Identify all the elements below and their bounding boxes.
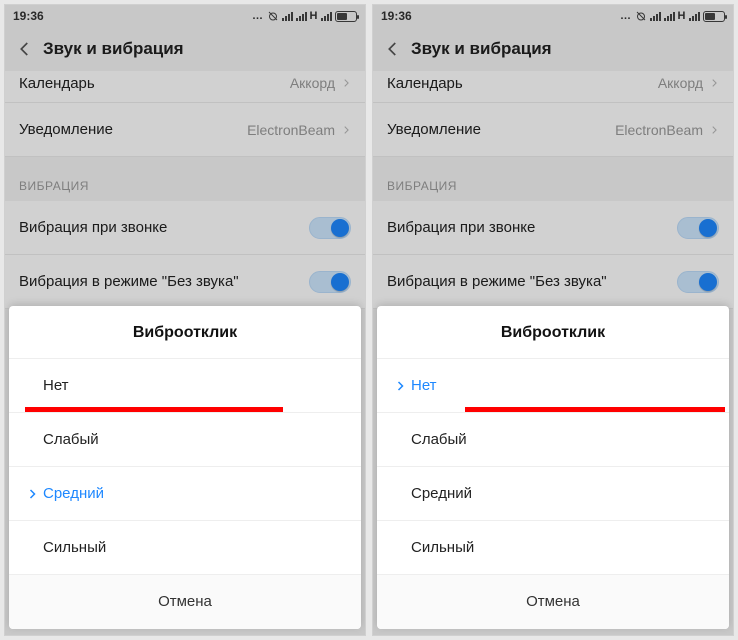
page-title: Звук и вибрация [411,39,552,59]
status-indicators: … H [620,10,725,22]
app-header: Звук и вибрация [5,27,365,71]
signal-icon [664,11,675,21]
section-header: ВИБРАЦИЯ [373,157,733,201]
popup-option[interactable]: Нет [9,359,361,413]
check-icon [389,379,411,393]
row-vibrate-silent[interactable]: Вибрация в режиме "Без звука" [373,255,733,309]
toggle-switch[interactable] [309,217,351,239]
row-label: Вибрация при звонке [19,219,167,236]
row-calendar[interactable]: Календарь Аккорд [373,71,733,103]
row-label: Календарь [387,75,463,92]
cancel-button[interactable]: Отмена [377,575,729,629]
popup-option[interactable]: Средний [377,467,729,521]
toggle-switch[interactable] [677,271,719,293]
chevron-right-icon [709,123,719,137]
settings-list: Календарь Аккорд Уведомление ElectronBea… [5,71,365,309]
back-button[interactable] [375,31,411,67]
row-label: Вибрация в режиме "Без звука" [19,273,239,290]
alarm-off-icon [635,10,647,22]
status-indicators: … H [252,10,357,22]
row-vibrate-call[interactable]: Вибрация при звонке [373,201,733,255]
row-calendar[interactable]: Календарь Аккорд [5,71,365,103]
popup-option-label: Средний [411,485,711,502]
more-icon: … [252,10,264,22]
cancel-button[interactable]: Отмена [9,575,361,629]
popup-option[interactable]: Сильный [377,521,729,575]
row-value: ElectronBeam [615,122,703,138]
popup-option[interactable]: Нет [377,359,729,413]
back-button[interactable] [7,31,43,67]
row-label: Вибрация в режиме "Без звука" [387,273,607,290]
app-header: Звук и вибрация [373,27,733,71]
popup-option-label: Сильный [43,539,343,556]
alarm-off-icon [267,10,279,22]
chevron-right-icon [709,76,719,90]
popup-option[interactable]: Слабый [9,413,361,467]
row-label: Уведомление [19,121,113,138]
popup-option[interactable]: Сильный [9,521,361,575]
network-label: H [310,10,318,22]
phone-left: 19:36 … H Звук и вибрация Календарь Акко [4,4,366,636]
chevron-right-icon [341,123,351,137]
row-notification[interactable]: Уведомление ElectronBeam [373,103,733,157]
toggle-switch[interactable] [677,217,719,239]
popup-option-label: Слабый [43,431,343,448]
popup-option-label: Нет [411,377,711,394]
popup-option[interactable]: Слабый [377,413,729,467]
data-icon [321,11,332,21]
popup-haptic: Виброотклик Нет Слабый Средний Сильный Отмен… [9,306,361,629]
more-icon: … [620,10,632,22]
chevron-left-icon [384,40,402,58]
row-label: Календарь [19,75,95,92]
check-icon [21,487,43,501]
row-value: Аккорд [290,75,335,91]
data-icon [689,11,700,21]
network-label: H [678,10,686,22]
annotation-underline [465,407,725,412]
phone-right: 19:36 … H Звук и вибрация Календарь Акко [372,4,734,636]
section-header: ВИБРАЦИЯ [5,157,365,201]
row-label: Уведомление [387,121,481,138]
popup-option-label: Нет [43,377,343,394]
chevron-left-icon [16,40,34,58]
battery-icon [703,11,725,22]
chevron-right-icon [341,76,351,90]
signal-icon [296,11,307,21]
row-vibrate-call[interactable]: Вибрация при звонке [5,201,365,255]
row-notification[interactable]: Уведомление ElectronBeam [5,103,365,157]
annotation-underline [25,407,283,412]
battery-icon [335,11,357,22]
popup-title: Виброотклик [9,306,361,359]
toggle-switch[interactable] [309,271,351,293]
row-vibrate-silent[interactable]: Вибрация в режиме "Без звука" [5,255,365,309]
popup-option-label: Средний [43,485,343,502]
signal-icon [650,11,661,21]
status-time: 19:36 [13,9,44,23]
popup-title: Виброотклик [377,306,729,359]
status-time: 19:36 [381,9,412,23]
settings-list: Календарь Аккорд Уведомление ElectronBea… [373,71,733,309]
status-bar: 19:36 … H [5,5,365,27]
status-bar: 19:36 … H [373,5,733,27]
page-title: Звук и вибрация [43,39,184,59]
row-value: ElectronBeam [247,122,335,138]
popup-haptic: Виброотклик Нет Слабый Средний Сильный Отмен… [377,306,729,629]
popup-option-label: Сильный [411,539,711,556]
popup-option[interactable]: Средний [9,467,361,521]
row-label: Вибрация при звонке [387,219,535,236]
signal-icon [282,11,293,21]
popup-option-label: Слабый [411,431,711,448]
row-value: Аккорд [658,75,703,91]
